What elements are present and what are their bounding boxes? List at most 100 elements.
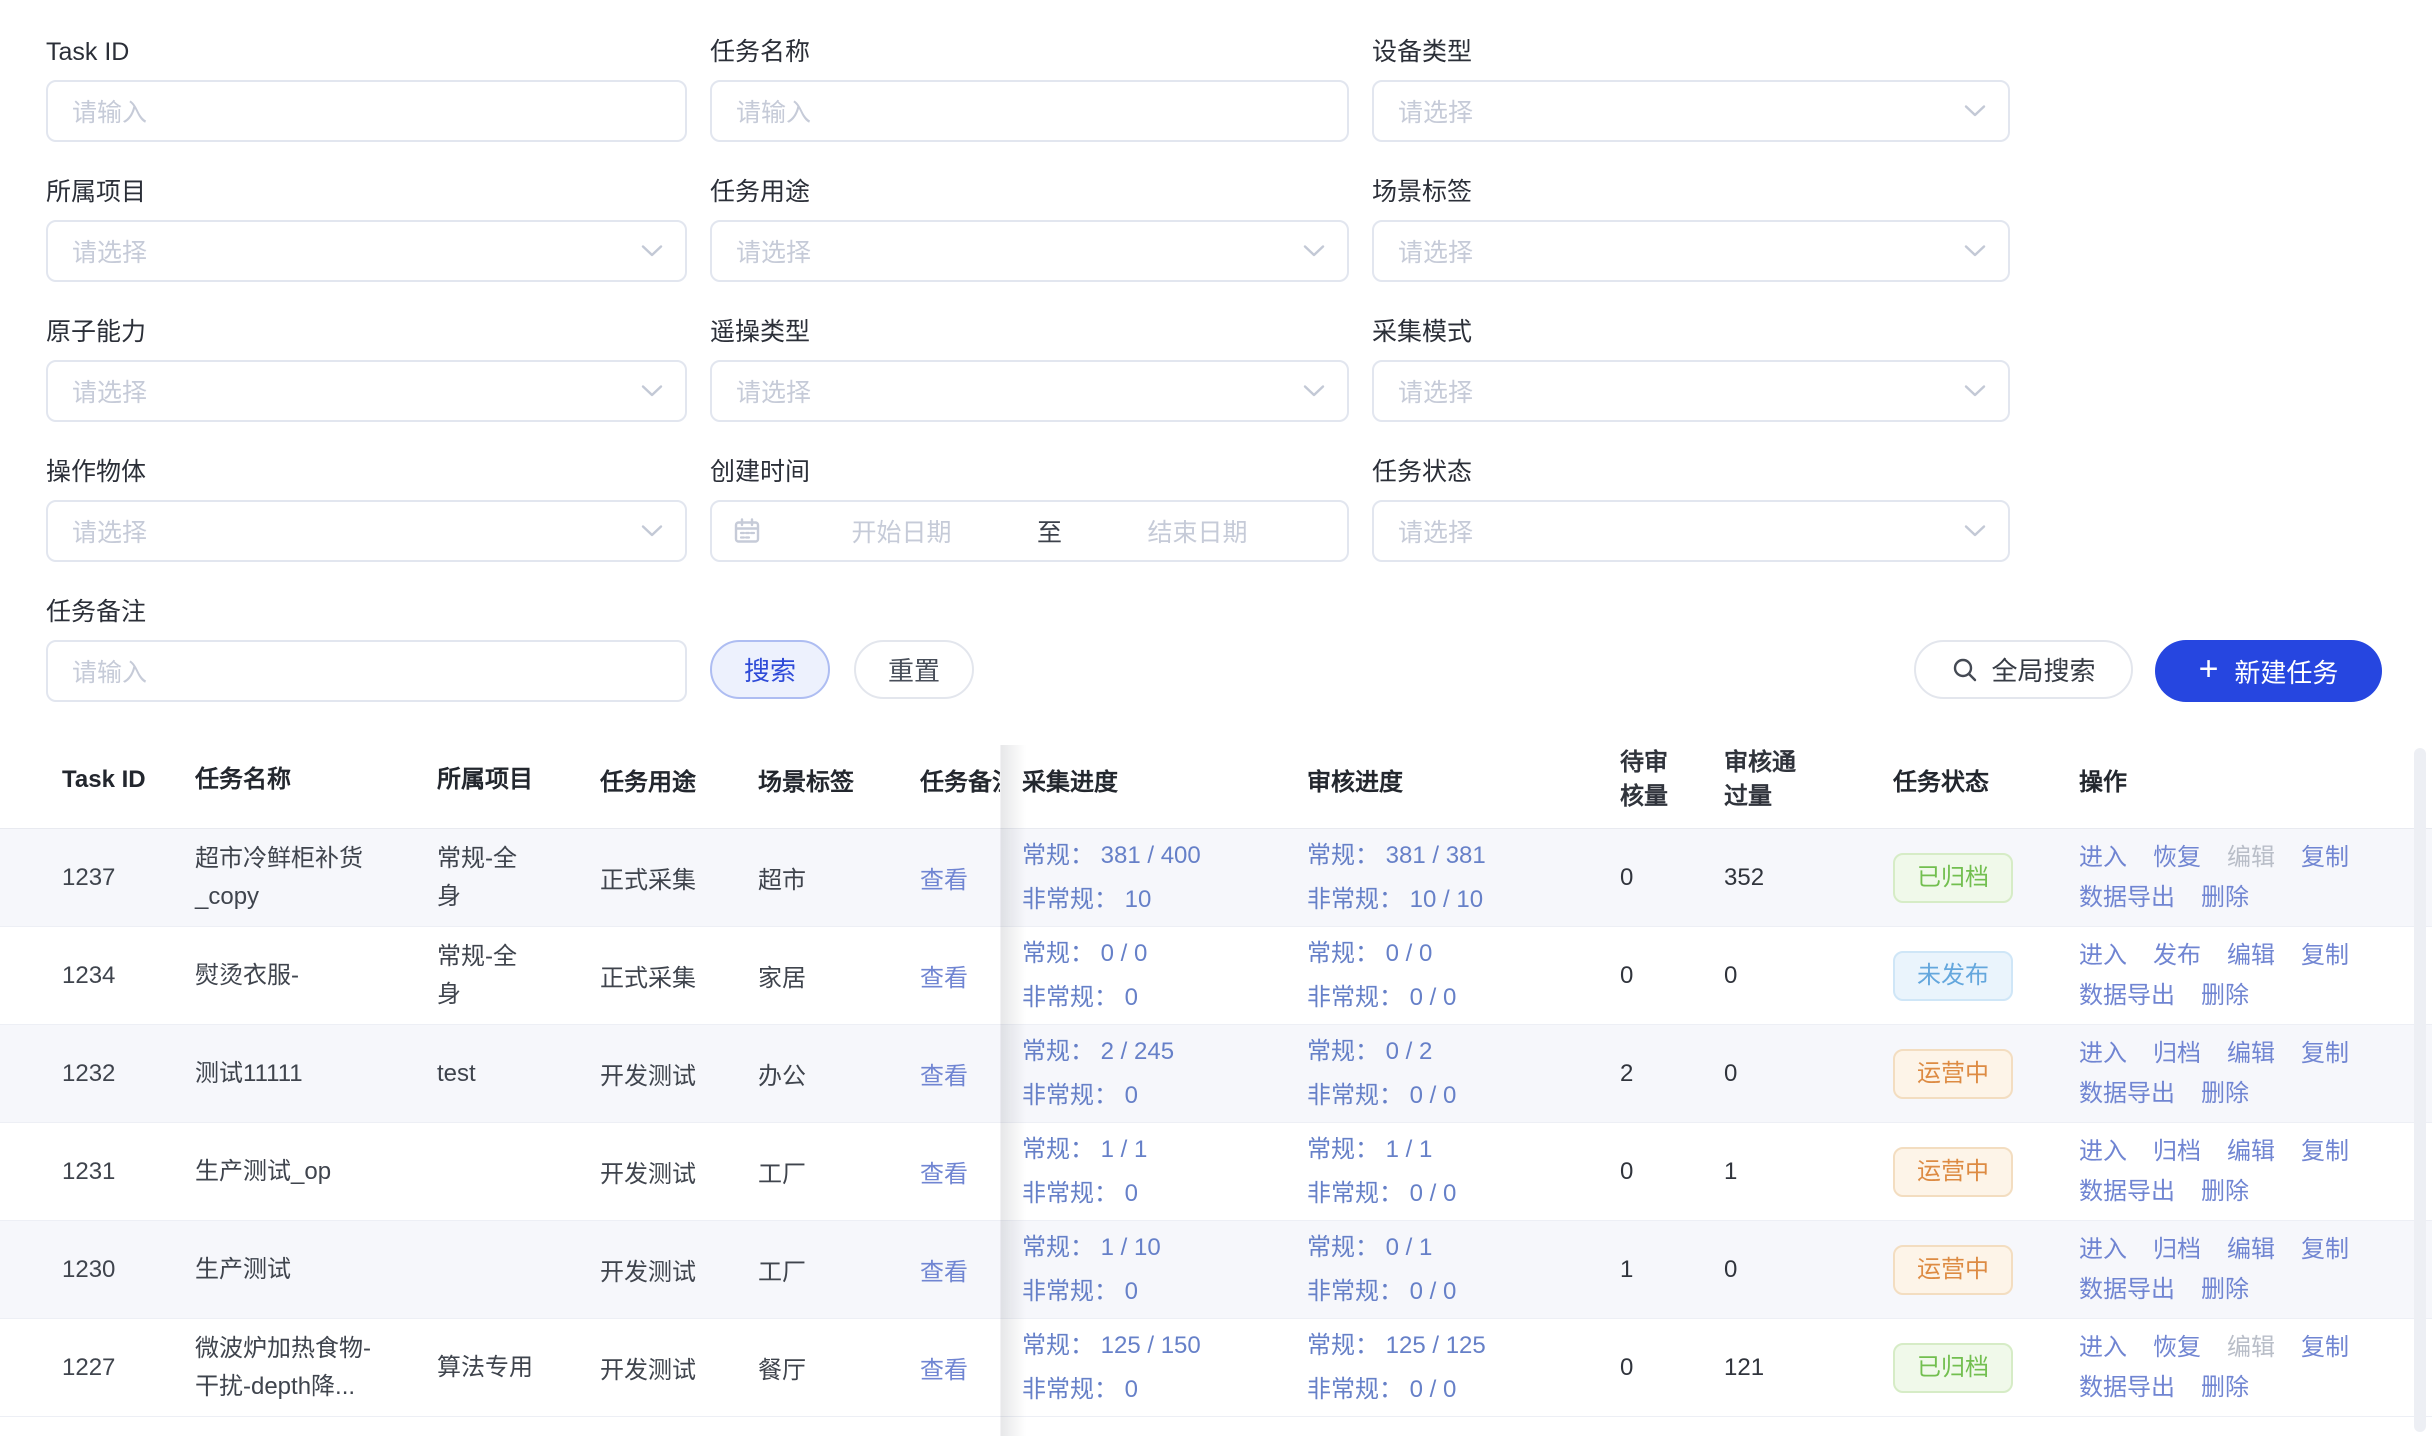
action-export[interactable]: 数据导出: [2079, 982, 2175, 1010]
atomic-ability-select[interactable]: 请选择: [46, 360, 687, 422]
chevron-down-icon: [1964, 244, 1986, 258]
action-edit[interactable]: 编辑: [2227, 1236, 2275, 1264]
cell-purpose: 开发测试: [600, 1154, 758, 1189]
action-export[interactable]: 数据导出: [2079, 1178, 2175, 1206]
action-copy[interactable]: 复制: [2301, 1040, 2349, 1068]
filter-field-task-name: 任务名称 请输入: [710, 36, 1349, 142]
collect-mode-select[interactable]: 请选择: [1372, 360, 2010, 422]
action-delete[interactable]: 删除: [2201, 1276, 2249, 1304]
table-header-row: Task ID 任务名称 所属项目 任务用途 场景标签 任务备注 采集进度 审核…: [0, 731, 2432, 829]
reset-button[interactable]: 重置: [854, 640, 974, 699]
filter-field-teleop-type: 遥操类型 请选择: [710, 316, 1349, 422]
project-select[interactable]: 请选择: [46, 220, 687, 282]
review-progress-regular: 常规： 0 / 0: [1307, 932, 1620, 976]
action-copy[interactable]: 复制: [2301, 1334, 2349, 1362]
status-badge: 运营中: [1893, 1049, 2013, 1099]
collect-progress-regular: 常规： 1 / 1: [1022, 1128, 1307, 1172]
device-type-select[interactable]: 请选择: [1372, 80, 2010, 142]
action-delete[interactable]: 删除: [2201, 1374, 2249, 1402]
collect-progress-irregular: 非常规： 0: [1022, 1172, 1307, 1216]
cell-scene: 家居: [758, 958, 920, 993]
cell-pending-count: 0: [1620, 1158, 1724, 1186]
header-task-id: Task ID: [0, 766, 195, 794]
action-copy[interactable]: 复制: [2301, 844, 2349, 872]
purpose-select[interactable]: 请选择: [710, 220, 1349, 282]
table-row: 1237 超市冷鲜柜补货_copy 常规-全身 正式采集 超市 查看 常规： 3…: [0, 829, 2432, 927]
create-task-button[interactable]: + 新建任务: [2155, 640, 2382, 702]
action-enter[interactable]: 进入: [2079, 844, 2127, 872]
end-date-placeholder[interactable]: 结束日期: [1068, 513, 1327, 549]
scene-tag-select[interactable]: 请选择: [1372, 220, 2010, 282]
filter-field-task-id: Task ID 请输入: [46, 36, 687, 142]
action-export[interactable]: 数据导出: [2079, 1080, 2175, 1108]
remark-view-link[interactable]: 查看: [920, 965, 968, 992]
review-progress-regular: 常规： 0 / 2: [1307, 1030, 1620, 1074]
review-progress-irregular: 非常规： 0 / 0: [1307, 1172, 1620, 1216]
remark-view-link[interactable]: 查看: [920, 1161, 968, 1188]
action-archive[interactable]: 归档: [2153, 1138, 2201, 1166]
start-date-placeholder[interactable]: 开始日期: [772, 513, 1031, 549]
action-export[interactable]: 数据导出: [2079, 1276, 2175, 1304]
global-search-button[interactable]: 全局搜索: [1914, 640, 2133, 699]
chevron-down-icon: [641, 384, 663, 398]
action-edit[interactable]: 编辑: [2227, 844, 2275, 872]
action-delete[interactable]: 删除: [2201, 1080, 2249, 1108]
remark-view-link[interactable]: 查看: [920, 867, 968, 894]
filter-label: 创建时间: [710, 456, 1349, 488]
action-enter[interactable]: 进入: [2079, 1236, 2127, 1264]
status-badge: 未发布: [1893, 951, 2013, 1001]
collect-progress-regular: 常规： 1 / 10: [1022, 1226, 1307, 1270]
task-management-page: Task ID 请输入 任务名称 请输入 设备类型 请选择 所属项目: [0, 0, 2432, 1436]
remark-view-link[interactable]: 查看: [920, 1357, 968, 1384]
teleop-type-select[interactable]: 请选择: [710, 360, 1349, 422]
create-time-range[interactable]: 开始日期 至 结束日期: [710, 500, 1349, 562]
action-delete[interactable]: 删除: [2201, 1178, 2249, 1206]
action-archive[interactable]: 归档: [2153, 1040, 2201, 1068]
action-enter[interactable]: 进入: [2079, 1334, 2127, 1362]
action-edit[interactable]: 编辑: [2227, 1334, 2275, 1362]
action-edit[interactable]: 编辑: [2227, 1040, 2275, 1068]
collect-progress-irregular: 非常规： 0: [1022, 1368, 1307, 1412]
search-button[interactable]: 搜索: [710, 640, 830, 699]
cell-project: 常规-全身: [437, 840, 600, 916]
filter-field-task-remark: 任务备注 请输入: [46, 596, 687, 702]
placeholder-text: 请输入: [736, 93, 811, 129]
action-restore[interactable]: 恢复: [2153, 1334, 2201, 1362]
action-edit[interactable]: 编辑: [2227, 942, 2275, 970]
filter-field-create-time: 创建时间 开始日期 至 结束日期: [710, 456, 1349, 562]
action-delete[interactable]: 删除: [2201, 982, 2249, 1010]
placeholder-text: 请选择: [72, 373, 147, 409]
action-copy[interactable]: 复制: [2301, 1236, 2349, 1264]
action-copy[interactable]: 复制: [2301, 1138, 2349, 1166]
action-edit[interactable]: 编辑: [2227, 1138, 2275, 1166]
collect-progress-irregular: 非常规： 0: [1022, 1270, 1307, 1314]
action-copy[interactable]: 复制: [2301, 942, 2349, 970]
remark-view-link[interactable]: 查看: [920, 1063, 968, 1090]
task-name-input[interactable]: 请输入: [710, 80, 1349, 142]
collect-progress-regular: 常规： 381 / 400: [1022, 834, 1307, 878]
task-status-select[interactable]: 请选择: [1372, 500, 2010, 562]
action-archive[interactable]: 归档: [2153, 1236, 2201, 1264]
chevron-down-icon: [1964, 524, 1986, 538]
action-export[interactable]: 数据导出: [2079, 884, 2175, 912]
action-enter[interactable]: 进入: [2079, 1138, 2127, 1166]
review-progress-regular: 常规： 125 / 125: [1307, 1324, 1620, 1368]
collect-progress-irregular: 非常规： 10: [1022, 878, 1307, 922]
cell-pending-count: 0: [1620, 864, 1724, 892]
remark-view-link[interactable]: 查看: [920, 1259, 968, 1286]
action-export[interactable]: 数据导出: [2079, 1374, 2175, 1402]
filter-field-device-type: 设备类型 请选择: [1372, 36, 2010, 142]
header-scene: 场景标签: [758, 762, 920, 797]
task-id-input[interactable]: 请输入: [46, 80, 687, 142]
review-progress-irregular: 非常规： 0 / 0: [1307, 976, 1620, 1020]
filter-label: 任务状态: [1372, 456, 2010, 488]
cell-approved-count: 0: [1724, 1060, 1893, 1088]
vertical-scrollbar[interactable]: [2414, 748, 2426, 1432]
action-enter[interactable]: 进入: [2079, 1040, 2127, 1068]
object-select[interactable]: 请选择: [46, 500, 687, 562]
action-restore[interactable]: 恢复: [2153, 844, 2201, 872]
action-enter[interactable]: 进入: [2079, 942, 2127, 970]
action-delete[interactable]: 删除: [2201, 884, 2249, 912]
task-remark-input[interactable]: 请输入: [46, 640, 687, 702]
action-publish[interactable]: 发布: [2153, 942, 2201, 970]
